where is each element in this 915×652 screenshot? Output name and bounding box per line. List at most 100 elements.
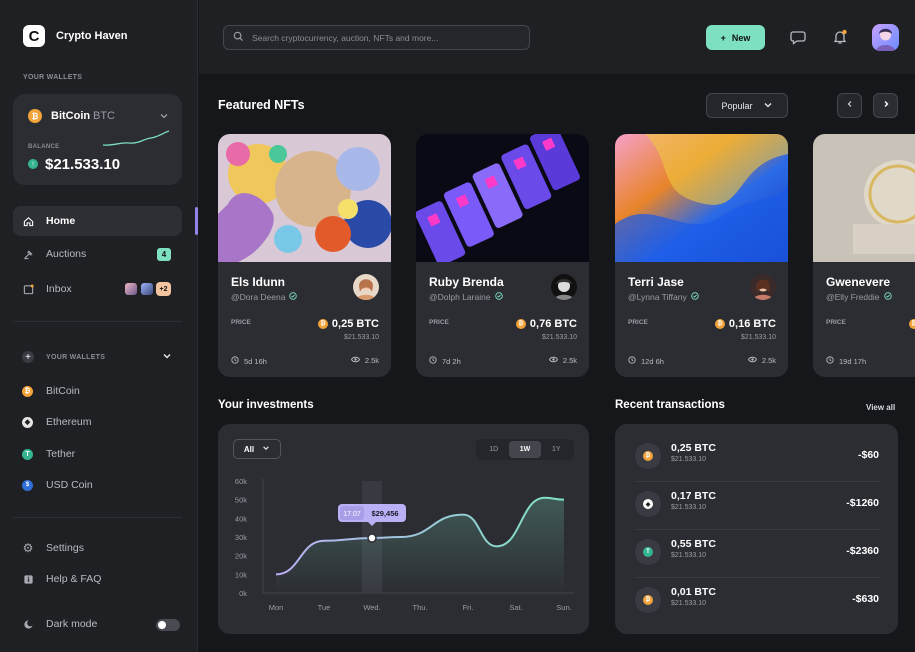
investments-title: Your investments — [218, 399, 314, 411]
y-tick-label: 0k — [239, 589, 247, 598]
creator-avatar[interactable] — [750, 274, 776, 300]
nft-time-text: 7d 2h — [442, 356, 461, 366]
sidebar: C Crypto Haven YOUR WALLETS ₿ BitCoin BT… — [0, 0, 198, 652]
tx-amount: 0,55 BTC — [671, 538, 716, 550]
sort-dropdown[interactable]: Popular — [706, 93, 788, 118]
tooltip-date: 17.07 — [343, 511, 361, 518]
nft-usd: $21.533.10 — [343, 334, 379, 341]
plus-icon[interactable]: + — [22, 351, 34, 363]
nft-time-text: 19d 17h — [839, 356, 867, 366]
wallet-item-usd-coin[interactable]: $ USD Coin — [22, 479, 93, 491]
inbox-extra-count: +2 — [156, 282, 171, 296]
transaction-row[interactable]: ◆ 0,17 BTC $21.533.10 -$1260 — [635, 480, 879, 528]
creator-avatar[interactable] — [353, 274, 379, 300]
range-1w[interactable]: 1W — [509, 441, 541, 458]
filter-dropdown[interactable]: All — [233, 439, 281, 459]
ethereum-icon: ◆ — [22, 416, 33, 428]
nft-handle[interactable]: @Elly Freddie — [826, 292, 892, 302]
nft-handle[interactable]: @Dora Deena — [231, 292, 298, 302]
wallet-label: USD Coin — [46, 479, 93, 491]
wallets-section-label: YOUR WALLETS — [46, 353, 106, 361]
x-tick-label: Sun. — [556, 603, 571, 612]
nft-time: 19d 17h — [826, 356, 866, 366]
x-tick-label: Fri. — [463, 603, 474, 612]
transaction-row[interactable]: T 0,55 BTC $21.533.10 -$2360 — [635, 528, 879, 576]
nft-time: 12d 6h — [628, 356, 664, 366]
creator-avatar[interactable] — [551, 274, 577, 300]
brand[interactable]: C Crypto Haven — [23, 25, 128, 47]
tx-value: -$1260 — [846, 497, 879, 509]
nft-handle-text: @Dolph Laraine — [429, 292, 491, 302]
auctions-badge: 4 — [157, 247, 171, 261]
clock-icon — [429, 356, 437, 366]
nav-item-help[interactable]: Help & FAQ — [13, 564, 182, 594]
transaction-row[interactable]: ₿ 0,25 BTC $21.533.10 -$60 — [635, 432, 879, 480]
arrow-up-icon: ↑ — [28, 159, 38, 169]
bitcoin-icon: ₿ — [714, 319, 725, 329]
nft-price-value: 0,25 BTC — [331, 318, 379, 330]
tx-usd: $21.533.10 — [671, 504, 707, 511]
transaction-row[interactable]: ₿ 0,01 BTC $21.533.10 -$630 — [635, 576, 879, 624]
range-1y[interactable]: 1Y — [541, 441, 572, 458]
sidebar-divider — [13, 517, 182, 518]
x-tick-label: Tue — [318, 603, 331, 612]
nft-card[interactable]: Gwenevere @Elly Freddie PRICE ₿ 19d 17h — [813, 134, 915, 377]
wallet-card[interactable]: ₿ BitCoin BTC BALANCE ↑ $21.533.10 — [13, 94, 182, 185]
nft-image — [813, 134, 915, 262]
tx-amount: 0,01 BTC — [671, 586, 716, 598]
user-avatar[interactable] — [872, 24, 899, 51]
chevron-down-icon — [262, 444, 270, 454]
plus-icon: + — [720, 32, 726, 43]
chevron-down-icon[interactable] — [162, 348, 172, 366]
nft-views-text: 2.5k — [562, 356, 577, 365]
new-button-label: New — [731, 32, 751, 43]
bell-icon[interactable] — [830, 27, 850, 47]
home-icon — [22, 215, 34, 227]
dark-mode-toggle[interactable] — [156, 619, 180, 631]
nft-card[interactable]: Ruby Brenda @Dolph Laraine PRICE ₿ 0,76 … — [416, 134, 589, 377]
bitcoin-icon: ₿ — [515, 319, 526, 329]
wallet-item-bitcoin[interactable]: ₿ BitCoin — [22, 385, 80, 397]
search-bar[interactable] — [223, 25, 530, 50]
nav-item-inbox[interactable]: Inbox +2 — [13, 274, 182, 304]
x-tick-label: Mon — [269, 603, 284, 612]
investment-chart[interactable]: 60k 50k 40k 30k 20k 10k 0k Mon Tue Wed. Thu. Fri. Sa… — [218, 472, 589, 622]
investments-panel: All 1D 1W 1Y 60k 50k 40k 30k 20k 10k 0k Mon Tue W… — [218, 424, 589, 634]
clock-icon — [826, 356, 834, 366]
next-button[interactable] — [873, 93, 898, 118]
transactions-title: Recent transactions — [615, 399, 725, 411]
wallet-label: BitCoin — [46, 385, 80, 397]
search-input[interactable] — [252, 32, 512, 43]
range-selector: 1D 1W 1Y — [476, 439, 574, 460]
wallets-section-header[interactable]: + YOUR WALLETS — [22, 348, 172, 366]
x-tick-label: Thu. — [412, 603, 427, 612]
view-all-link[interactable]: View all — [866, 403, 895, 412]
prev-button[interactable] — [837, 93, 862, 118]
usd-coin-icon: $ — [22, 479, 33, 491]
nft-handle[interactable]: @Dolph Laraine — [429, 292, 503, 302]
wallet-item-ethereum[interactable]: ◆ Ethereum — [22, 416, 92, 428]
wallet-balance: $21.533.10 — [45, 156, 121, 173]
new-button[interactable]: + New — [706, 25, 765, 50]
verified-icon — [883, 292, 892, 302]
chevron-down-icon[interactable] — [159, 108, 169, 126]
auction-icon — [22, 248, 34, 260]
nft-card[interactable]: Terri Jase @Lynna Tiffany PRICE ₿ 0,16 B… — [615, 134, 788, 377]
nav-item-settings[interactable]: ⚙ Settings — [13, 533, 182, 563]
nft-time-text: 5d 16h — [244, 356, 267, 366]
nft-handle[interactable]: @Lynna Tiffany — [628, 292, 699, 302]
nav-item-home[interactable]: Home — [13, 206, 182, 236]
wallet-label: Tether — [46, 448, 76, 460]
tx-value: -$2360 — [846, 545, 879, 557]
nav-item-auctions[interactable]: Auctions 4 — [13, 239, 182, 269]
highlight-point — [367, 533, 377, 543]
y-tick-label: 10k — [235, 570, 247, 579]
tx-value: -$630 — [852, 593, 879, 605]
y-tick-label: 60k — [235, 477, 247, 486]
range-1d[interactable]: 1D — [478, 441, 509, 458]
nft-card[interactable]: Els Idunn @Dora Deena PRICE ₿ 0,25 BTC $… — [218, 134, 391, 377]
chat-icon[interactable] — [788, 27, 808, 47]
balance-label: BALANCE — [28, 144, 60, 150]
tooltip-value: $29,456 — [371, 509, 398, 518]
wallet-item-tether[interactable]: T Tether — [22, 448, 75, 460]
